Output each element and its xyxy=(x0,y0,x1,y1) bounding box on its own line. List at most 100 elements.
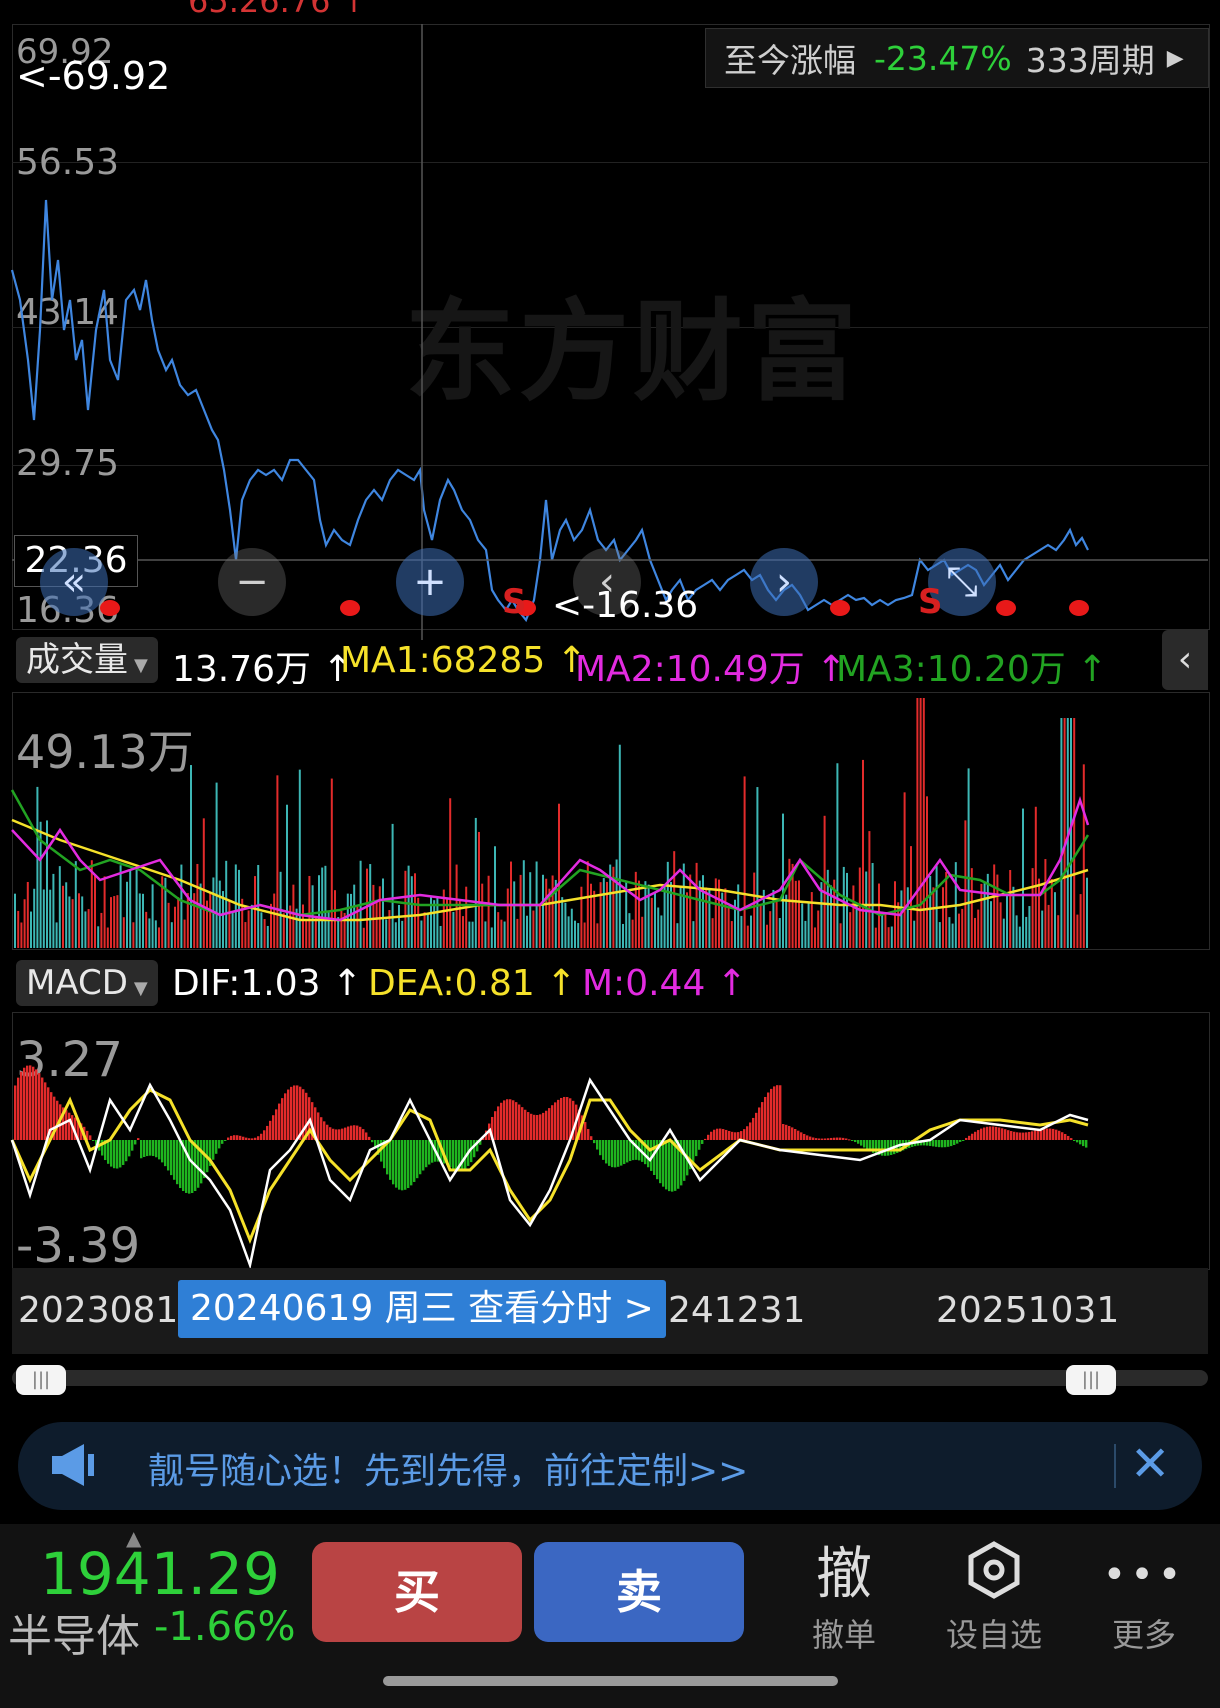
macd-histogram-bar xyxy=(116,1140,119,1169)
macd-histogram-bar xyxy=(1004,1129,1007,1140)
macd-histogram-bar xyxy=(281,1098,284,1140)
macd-histogram-bar xyxy=(827,1138,830,1140)
macd-histogram-bar xyxy=(1079,1140,1082,1145)
macd-histogram-bar xyxy=(782,1124,785,1140)
x-axis-end: 20251031 xyxy=(936,1290,1120,1331)
macd-histogram-bar xyxy=(515,1102,518,1140)
macd-histogram-bar xyxy=(275,1109,278,1140)
macd-histogram-bar xyxy=(131,1140,134,1151)
macd-histogram-bar xyxy=(620,1140,623,1166)
macd-histogram-bar xyxy=(560,1097,563,1140)
macd-histogram-bar xyxy=(542,1112,545,1140)
macd-histogram-bar xyxy=(701,1140,704,1144)
macd-histogram-bar xyxy=(845,1138,848,1140)
macd-histogram-bar xyxy=(1016,1132,1019,1140)
macd-histogram-bar xyxy=(419,1140,422,1175)
macd-histogram-bar xyxy=(272,1115,275,1140)
macd-histogram-bar xyxy=(416,1140,419,1179)
macd-histogram-bar xyxy=(335,1129,338,1140)
macd-histogram-bar xyxy=(818,1138,821,1140)
macd-histogram-bar xyxy=(23,1067,26,1140)
macd-histogram-bar xyxy=(857,1140,860,1144)
macd-histogram-bar xyxy=(242,1136,245,1140)
macd-histogram-bar xyxy=(698,1140,701,1150)
home-indicator[interactable] xyxy=(383,1676,838,1686)
macd-histogram-bar xyxy=(359,1126,362,1140)
macd-histogram-bar xyxy=(56,1100,59,1140)
macd-histogram-bar xyxy=(452,1140,455,1169)
macd-histogram-bar xyxy=(719,1128,722,1140)
macd-histogram-bar xyxy=(962,1140,965,1141)
macd-histogram-bar xyxy=(533,1114,536,1140)
macd-histogram-bar xyxy=(263,1130,266,1140)
macd-histogram-bar xyxy=(227,1137,230,1140)
promo-banner[interactable]: 靓号随心选！先到先得，前往定制>> ✕ xyxy=(18,1422,1202,1510)
close-icon[interactable]: ✕ xyxy=(1130,1436,1170,1492)
macd-histogram-bar xyxy=(143,1140,146,1157)
macd-histogram-bar xyxy=(725,1129,728,1140)
macd-histogram-bar xyxy=(821,1138,824,1140)
macd-histogram-bar xyxy=(1022,1132,1025,1140)
macd-histogram-bar xyxy=(1067,1135,1070,1140)
macd-histogram-bar xyxy=(527,1112,530,1140)
view-intraday-button[interactable]: 20240619 周三 查看分时 > xyxy=(178,1280,666,1338)
range-slider-track[interactable] xyxy=(12,1370,1208,1386)
add-watchlist-button[interactable]: 设自选 xyxy=(934,1540,1054,1656)
macd-histogram-bar xyxy=(125,1140,128,1162)
macd-histogram-bar xyxy=(230,1135,233,1140)
macd-histogram-bar xyxy=(329,1127,332,1140)
macd-histogram-bar xyxy=(704,1138,707,1140)
macd-histogram-bar xyxy=(191,1140,194,1193)
slider-handle-right[interactable]: ||| xyxy=(1066,1365,1116,1395)
macd-histogram-bar xyxy=(92,1140,95,1141)
macd-histogram-bar xyxy=(20,1071,23,1140)
macd-histogram-bar xyxy=(557,1099,560,1140)
macd-histogram-bar xyxy=(521,1107,524,1140)
macd-histogram-bar xyxy=(425,1140,428,1168)
macd-histogram-bar xyxy=(953,1140,956,1146)
macd-histogram-bar xyxy=(968,1135,971,1140)
macd-histogram-bar xyxy=(695,1140,698,1157)
macd-histogram-bar xyxy=(137,1138,140,1140)
macd-histogram-bar xyxy=(356,1125,359,1140)
macd-histogram-bar xyxy=(347,1126,350,1140)
macd-histogram-bar xyxy=(1037,1129,1040,1140)
macd-histogram-bar xyxy=(776,1085,779,1140)
macd-histogram-bar xyxy=(212,1140,215,1160)
macd-histogram-bar xyxy=(944,1140,947,1148)
macd-histogram-bar xyxy=(596,1140,599,1150)
macd-histogram-bar xyxy=(671,1140,674,1192)
macd-histogram-bar xyxy=(41,1077,44,1140)
macd-histogram-bar xyxy=(590,1136,593,1140)
macd-histogram-bar xyxy=(68,1112,71,1140)
macd-histogram-bar xyxy=(389,1140,392,1180)
cancel-order-icon: 撤 xyxy=(816,1542,872,1607)
more-button[interactable]: ••• 更多 xyxy=(1084,1540,1204,1656)
cancel-order-button[interactable]: 撤 撤单 xyxy=(784,1540,904,1656)
macd-histogram-bar xyxy=(692,1140,695,1163)
macd-histogram-bar xyxy=(938,1140,941,1148)
slider-handle-left[interactable]: ||| xyxy=(16,1365,66,1395)
macd-histogram-bar xyxy=(524,1109,527,1140)
macd-histogram-bar xyxy=(1001,1128,1004,1140)
macd-histogram-bar xyxy=(800,1132,803,1140)
buy-button[interactable]: 买 xyxy=(312,1542,522,1642)
macd-histogram-bar xyxy=(149,1140,152,1156)
macd-histogram-bar xyxy=(788,1125,791,1140)
macd-histogram-bar xyxy=(875,1140,878,1155)
macd-histogram-bar xyxy=(413,1140,416,1182)
macd-histogram-bar xyxy=(1046,1128,1049,1140)
macd-histogram-bar xyxy=(422,1140,425,1171)
macd-histogram-bar xyxy=(752,1117,755,1140)
macd-histogram-bar xyxy=(512,1100,515,1140)
macd-histogram-bar xyxy=(755,1112,758,1140)
megaphone-icon xyxy=(46,1440,100,1490)
macd-histogram-bar xyxy=(296,1085,299,1140)
macd-histogram-bar xyxy=(14,1085,17,1140)
macd-histogram-bar xyxy=(791,1127,794,1140)
macd-histogram-bar xyxy=(248,1138,251,1140)
macd-histogram-bar xyxy=(833,1137,836,1140)
sell-button[interactable]: 卖 xyxy=(534,1542,744,1642)
macd-histogram-bar xyxy=(215,1140,218,1154)
macd-histogram-bar xyxy=(398,1140,401,1190)
